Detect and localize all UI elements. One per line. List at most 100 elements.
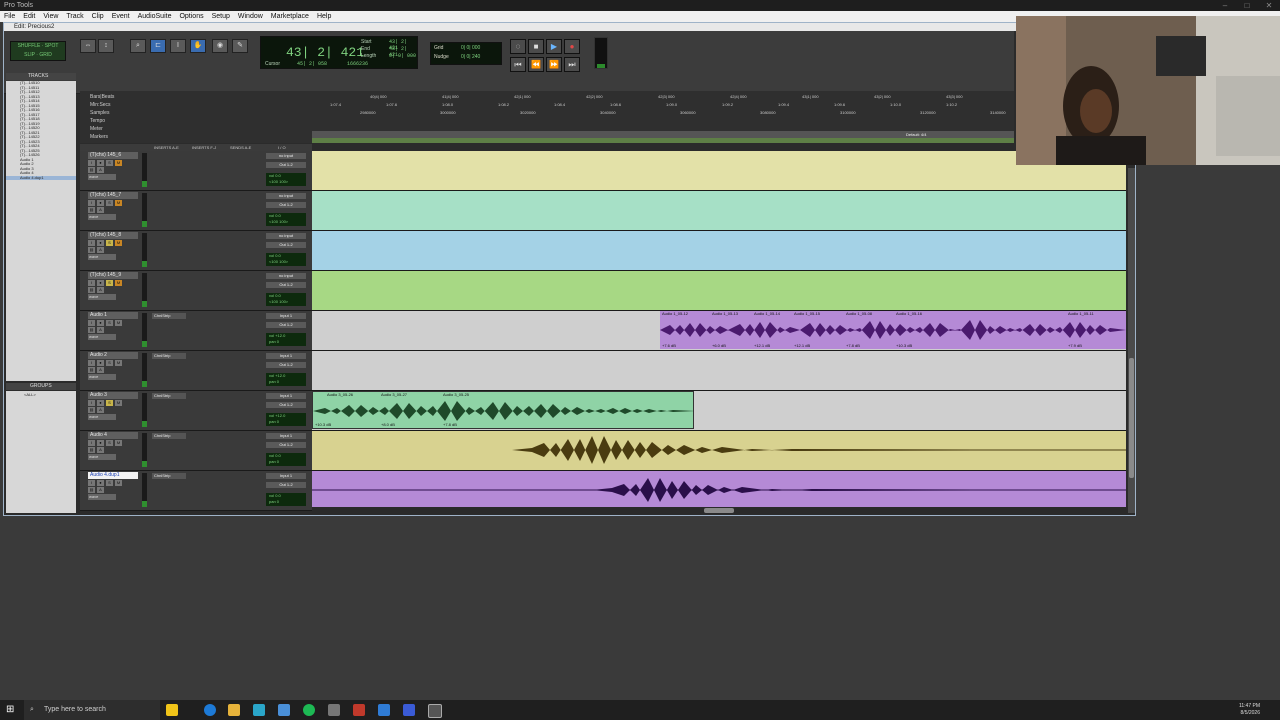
mute-button[interactable]: M: [115, 320, 122, 326]
audio-clip[interactable]: [312, 431, 1126, 469]
menu-audiosuite[interactable]: AudioSuite: [134, 13, 176, 20]
playlist-button[interactable]: ▤: [88, 167, 95, 173]
menu-track[interactable]: Track: [62, 13, 87, 20]
file-explorer-icon[interactable]: [228, 704, 240, 716]
track-view-selector[interactable]: wave: [88, 334, 116, 340]
track-row[interactable]: (T)chx) 145_8 I ● S M ▤ A wave no input Out …: [80, 231, 1126, 271]
track-view-selector[interactable]: wave: [88, 454, 116, 460]
output-selector[interactable]: Out 1-2: [266, 282, 306, 288]
track-name[interactable]: Audio 1: [88, 312, 138, 319]
output-selector[interactable]: Out 1-2: [266, 482, 306, 488]
input-monitor-button[interactable]: I: [88, 240, 95, 246]
input-monitor-button[interactable]: I: [88, 400, 95, 406]
zoomer-tool-icon[interactable]: ⌕: [130, 39, 146, 53]
track-view-selector[interactable]: wave: [88, 414, 116, 420]
tracks-panel-header[interactable]: TRACKS: [6, 73, 76, 80]
automation-button[interactable]: A: [97, 447, 104, 453]
insert-slot[interactable]: ChnlStrip: [152, 473, 186, 479]
audio-clip[interactable]: [312, 471, 1126, 509]
zoom-out-icon[interactable]: ↕: [98, 39, 114, 53]
volume-pan-display[interactable]: vol 0.0 <100 100>: [266, 213, 306, 226]
track-lane[interactable]: [312, 191, 1126, 230]
input-monitor-button[interactable]: I: [88, 200, 95, 206]
record-enable-button[interactable]: ●: [97, 360, 104, 366]
output-selector[interactable]: Out 1-2: [266, 322, 306, 328]
input-selector[interactable]: Input 1: [266, 353, 306, 359]
menu-clip[interactable]: Clip: [88, 13, 108, 20]
input-monitor-button[interactable]: I: [88, 160, 95, 166]
insert-slot[interactable]: ChnlStrip: [152, 393, 186, 399]
markers-ruler-lane[interactable]: [312, 138, 1014, 143]
automation-button[interactable]: A: [97, 327, 104, 333]
solo-button[interactable]: S: [106, 400, 113, 406]
tracks-list-item[interactable]: Audio 4.dup1: [6, 175, 76, 180]
solo-button[interactable]: S: [106, 440, 113, 446]
track-lane[interactable]: [312, 471, 1126, 510]
track-name[interactable]: (T)chx) 145_8: [88, 232, 138, 239]
automation-button[interactable]: A: [97, 367, 104, 373]
insert-slot[interactable]: ChnlStrip: [152, 313, 186, 319]
track-lane[interactable]: [312, 351, 1126, 390]
volume-pan-display[interactable]: vol 0.0 <100 100>: [266, 173, 306, 186]
mute-button[interactable]: M: [115, 400, 122, 406]
input-selector[interactable]: no input: [266, 153, 306, 159]
automation-button[interactable]: A: [97, 247, 104, 253]
online-button[interactable]: ◌: [510, 39, 526, 54]
track-view-selector[interactable]: wave: [88, 174, 116, 180]
input-selector[interactable]: no input: [266, 273, 306, 279]
vscode-icon[interactable]: [378, 704, 390, 716]
grid-value[interactable]: 0| 0| 000: [461, 45, 480, 51]
start-menu-icon[interactable]: ⊞: [6, 704, 18, 716]
automation-button[interactable]: A: [97, 487, 104, 493]
insert-slot[interactable]: ChnlStrip: [152, 433, 186, 439]
output-selector[interactable]: Out 1-2: [266, 442, 306, 448]
record-enable-button[interactable]: ●: [97, 440, 104, 446]
solo-button[interactable]: S: [106, 160, 113, 166]
fast-forward-button[interactable]: ⏩: [546, 57, 562, 72]
track-lane[interactable]: [312, 231, 1126, 270]
volume-pan-display[interactable]: vol +12.0 pan 0: [266, 413, 306, 426]
nudge-value[interactable]: 0| 0| 240: [461, 54, 480, 60]
app-icon[interactable]: [253, 704, 265, 716]
volume-pan-display[interactable]: vol 0.0 <100 100>: [266, 293, 306, 306]
menu-file[interactable]: File: [0, 13, 19, 20]
track-view-selector[interactable]: wave: [88, 254, 116, 260]
mute-button[interactable]: M: [115, 360, 122, 366]
mute-button[interactable]: M: [115, 240, 122, 246]
track-name[interactable]: Audio 2: [88, 352, 138, 359]
record-enable-button[interactable]: ●: [97, 320, 104, 326]
record-enable-button[interactable]: ●: [97, 240, 104, 246]
groups-list-item[interactable]: <ALL>: [6, 391, 76, 399]
automation-button[interactable]: A: [97, 167, 104, 173]
playlist-button[interactable]: ▤: [88, 407, 95, 413]
track-lane[interactable]: Audio 1_05-12 +7.6 dB Audio 1_05-13 +6.0…: [312, 311, 1126, 350]
volume-pan-display[interactable]: vol 0.0 pan 0: [266, 493, 306, 506]
trim-tool-icon[interactable]: ⊏: [150, 39, 166, 53]
mute-button[interactable]: M: [115, 200, 122, 206]
output-selector[interactable]: Out 1-2: [266, 362, 306, 368]
solo-button[interactable]: S: [106, 200, 113, 206]
mute-button[interactable]: M: [115, 280, 122, 286]
playlist-button[interactable]: ▤: [88, 207, 95, 213]
mute-button[interactable]: M: [115, 160, 122, 166]
menu-marketplace[interactable]: Marketplace: [267, 13, 313, 20]
track-name[interactable]: Audio 4: [88, 432, 138, 439]
app-icon[interactable]: [328, 704, 340, 716]
track-row[interactable]: Audio 4.dup1 I ● S M ▤ A wave ChnlStrip Inpu…: [80, 471, 1126, 511]
track-name[interactable]: (T)chx) 145_7: [88, 192, 138, 199]
horizontal-scroll-thumb[interactable]: [704, 508, 734, 513]
solo-button[interactable]: S: [106, 280, 113, 286]
playlist-button[interactable]: ▤: [88, 447, 95, 453]
pro-tools-icon[interactable]: [428, 704, 442, 718]
volume-pan-display[interactable]: vol 0.0 <100 100>: [266, 253, 306, 266]
track-view-selector[interactable]: wave: [88, 374, 116, 380]
play-button[interactable]: ▶: [546, 39, 562, 54]
input-selector[interactable]: no input: [266, 193, 306, 199]
mute-button[interactable]: M: [115, 440, 122, 446]
input-selector[interactable]: Input 1: [266, 393, 306, 399]
vertical-scroll-thumb[interactable]: [1129, 358, 1134, 478]
solo-button[interactable]: S: [106, 360, 113, 366]
track-row[interactable]: (T)chx) 145_6 I ● S M ▤ A wave no input Out …: [80, 151, 1126, 191]
track-name[interactable]: (T)chx) 145_6: [88, 152, 138, 159]
grabber-tool-icon[interactable]: ✋: [190, 39, 206, 53]
